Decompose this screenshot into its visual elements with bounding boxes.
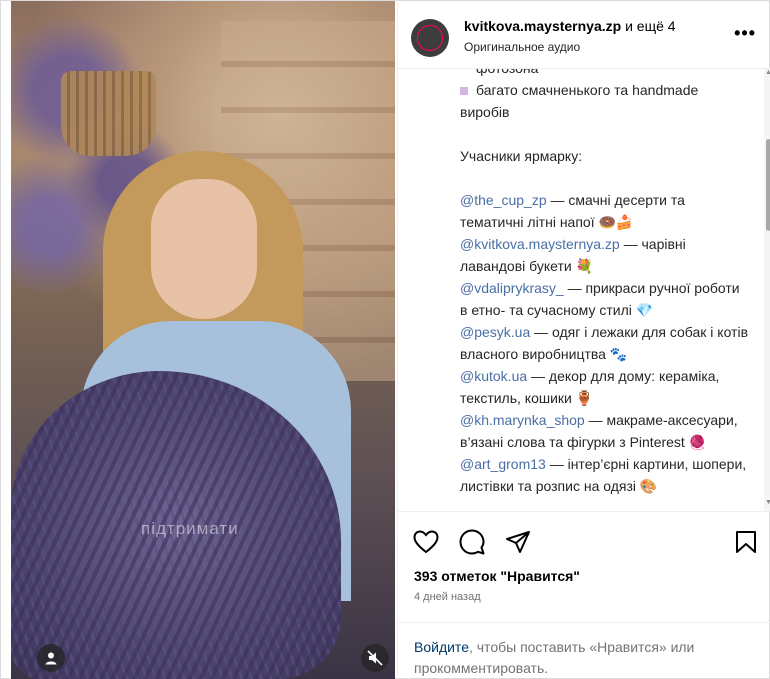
mention-link[interactable]: @kvitkova.maysternya.zp (460, 236, 620, 252)
bookmark-icon (736, 531, 756, 553)
save-button[interactable] (732, 528, 760, 556)
scroll-down-arrow-icon[interactable]: ▼ (765, 499, 770, 506)
author-line: kvitkova.maysternya.zp и ещё 4 (464, 18, 676, 34)
author-avatar[interactable] (411, 19, 449, 57)
mention-link[interactable]: @art_grom13 (460, 456, 546, 472)
actions-divider (398, 622, 770, 623)
author-username[interactable]: kvitkova.maysternya.zp (464, 18, 621, 34)
mention-link[interactable]: @the_cup_zp (460, 192, 547, 208)
participant-item: @vdaliprykrasy_ — прикраси ручної роботи… (460, 280, 740, 318)
bullet-icon (460, 87, 468, 96)
post-sidebar: kvitkova.maysternya.zp и ещё 4 Оригиналь… (397, 1, 770, 679)
login-link[interactable]: Войдите (414, 639, 469, 655)
participant-item: @the_cup_zp — смачні десерти та тематичн… (460, 192, 685, 230)
scroll-thumb[interactable] (766, 139, 770, 231)
mention-link[interactable]: @kutok.ua (460, 368, 527, 384)
hanging-basket (61, 71, 156, 156)
mention-link[interactable]: @vdaliprykrasy_ (460, 280, 564, 296)
post-header: kvitkova.maysternya.zp и ещё 4 Оригиналь… (398, 1, 770, 69)
post-timestamp[interactable]: 4 дней назад (414, 591, 481, 603)
post-actions: 393 отметок "Нравится" 4 дней назад Войд… (398, 511, 770, 679)
mention-link[interactable]: @kh.marynka_shop (460, 412, 585, 428)
comment-button[interactable] (458, 528, 486, 556)
caption-scrollbar[interactable]: ▲ ▼ (764, 69, 770, 511)
caption-scroll-area[interactable]: фотозона багато смачненького та handmade… (398, 69, 764, 511)
mention-link[interactable]: @pesyk.ua (460, 324, 530, 340)
participant-item: @pesyk.ua — одяг і лежаки для собак і ко… (460, 324, 749, 362)
like-button[interactable] (412, 528, 440, 556)
person-face (151, 179, 257, 319)
brand-logo-icon (417, 25, 443, 51)
participant-item: @kh.marynka_shop — макраме-аксесуари, в’… (460, 412, 738, 450)
participant-item: @kutok.ua — декор для дому: кераміка, те… (460, 368, 720, 406)
heart-icon (413, 530, 439, 554)
share-button[interactable] (504, 528, 532, 556)
scroll-up-arrow-icon[interactable]: ▲ (765, 69, 770, 76)
video-player[interactable]: підтримати (11, 1, 395, 679)
caption-text: фотозона багато смачненького та handmade… (460, 69, 750, 497)
user-icon (45, 652, 57, 665)
caption-cut-line: фотозона (460, 69, 750, 79)
login-prompt: Войдите, чтобы поставить «Нравится» или … (414, 637, 759, 679)
more-authors-link[interactable]: и ещё 4 (625, 18, 675, 34)
post-dialog: підтримати kvitkova.maysternya.zp и ещё … (0, 0, 770, 679)
share-icon (506, 531, 530, 553)
likes-count[interactable]: 393 отметок "Нравится" (414, 568, 580, 584)
participants-heading: Учасники ярмарку: (460, 148, 583, 164)
participant-item: @kvitkova.maysternya.zp — чарівні лаванд… (460, 236, 686, 274)
tagged-users-button[interactable] (37, 644, 65, 672)
video-watermark: підтримати (141, 519, 239, 538)
comment-icon (459, 529, 485, 555)
more-options-button[interactable]: ••• (734, 23, 756, 44)
muted-speaker-icon (367, 650, 383, 666)
caption-bullet-line: багато смачненького та handmade виробів (460, 82, 699, 120)
audio-link[interactable]: Оригинальное аудио (464, 40, 580, 54)
participant-item: @art_grom13 — інтер’єрні картини, шопери… (460, 456, 747, 494)
mute-button[interactable] (361, 644, 389, 672)
